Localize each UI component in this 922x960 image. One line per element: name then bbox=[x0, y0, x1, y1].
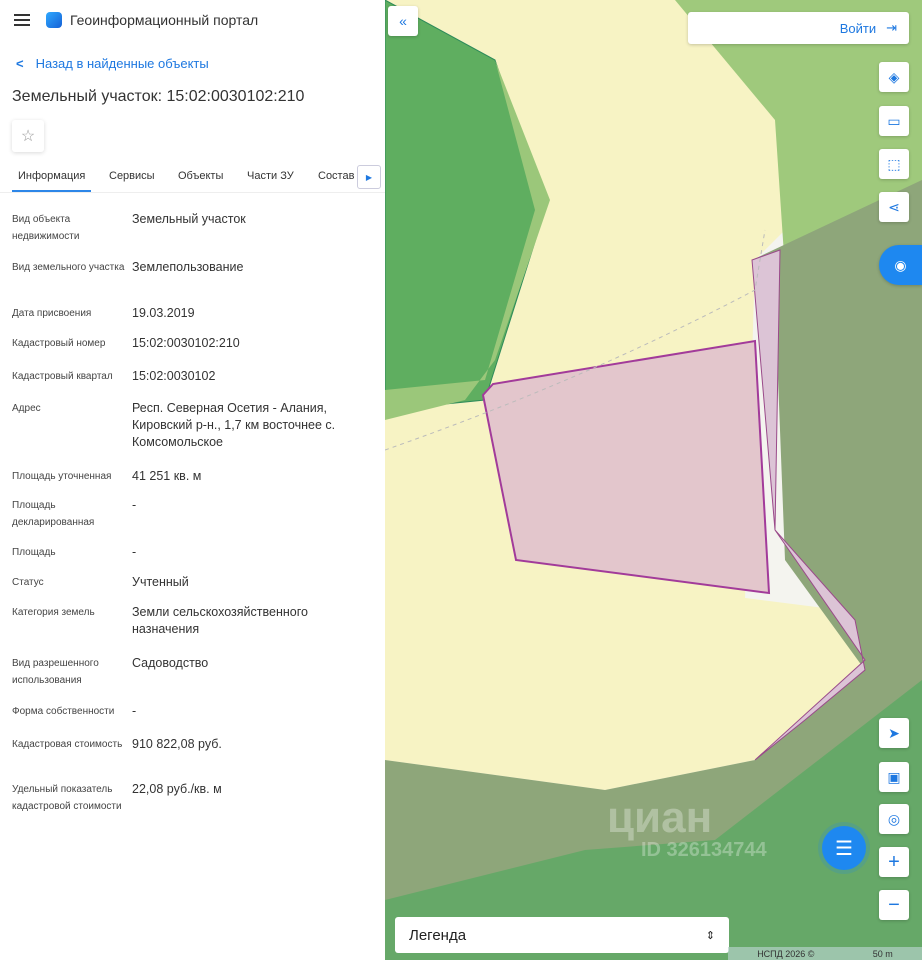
field-label: Площадь bbox=[12, 547, 56, 558]
ruler-icon[interactable]: ▭ bbox=[879, 106, 909, 136]
header: Геоинформационный портал bbox=[14, 12, 258, 28]
field-value: Земли сельскохозяйственного назначения bbox=[132, 605, 308, 636]
field-row: Форма собственности - bbox=[12, 703, 372, 720]
field-row: Вид земельного участка Землепользование bbox=[12, 259, 372, 276]
field-row: Кадастровый квартал 15:02:0030102 bbox=[12, 368, 372, 385]
geo-search-icon[interactable]: ◎ bbox=[879, 804, 909, 834]
tabs: Информация Сервисы Объекты Части ЗУ Сост… bbox=[0, 165, 385, 193]
field-value: 19.03.2019 bbox=[132, 306, 195, 320]
back-link[interactable]: < Назад в найденные объекты bbox=[16, 56, 209, 71]
share-icon[interactable]: ⋖ bbox=[879, 192, 909, 222]
field-row: Вид объекта недвижимости Земельный участо… bbox=[12, 211, 372, 245]
field-label: Категория земель bbox=[12, 607, 95, 618]
favorite-star-icon[interactable]: ☆ bbox=[12, 120, 44, 152]
field-label: Вид разрешенного использования bbox=[12, 658, 99, 686]
tab-info[interactable]: Информация bbox=[12, 170, 92, 192]
select-area-icon[interactable]: ⬚ bbox=[879, 149, 909, 179]
field-label: Адрес bbox=[12, 403, 41, 414]
field-row: Площадь декларированная - bbox=[12, 497, 372, 531]
login-icon: ⇥ bbox=[886, 20, 897, 35]
field-row: Кадастровый номер 15:02:0030102:210 bbox=[12, 335, 372, 352]
tab-objects[interactable]: Объекты bbox=[178, 170, 223, 182]
minimap-icon[interactable]: ▣ bbox=[879, 762, 909, 792]
scale-bar: НСПД 2026 © 50 m bbox=[728, 947, 922, 960]
field-label: Площадь уточненная bbox=[12, 471, 112, 482]
app-title: Геоинформационный портал bbox=[70, 12, 259, 28]
tab-composition[interactable]: Состав bbox=[318, 170, 354, 182]
chevron-updown-icon: ⇕ bbox=[705, 929, 715, 942]
page-title: Земельный участок: 15:02:0030102:210 bbox=[12, 88, 305, 105]
field-label: Статус bbox=[12, 577, 44, 588]
zoom-out-button[interactable]: − bbox=[879, 890, 909, 920]
field-label: Вид земельного участка bbox=[12, 262, 125, 273]
field-label: Удельный показатель кадастровой стоимост… bbox=[12, 784, 122, 812]
tabs-next-button[interactable]: ▶ bbox=[357, 165, 381, 189]
locate-icon[interactable]: ➤ bbox=[879, 718, 909, 748]
field-value: 910 822,08 руб. bbox=[132, 737, 222, 751]
field-label: Кадастровый номер bbox=[12, 338, 106, 349]
field-value: - bbox=[132, 545, 137, 559]
field-row: Категория земель Земли сельскохозяйственн… bbox=[12, 604, 372, 638]
login-button[interactable]: Войти ⇥ bbox=[688, 12, 909, 44]
layers-icon[interactable]: ◈ bbox=[879, 62, 909, 92]
field-value: Учтенный bbox=[132, 575, 189, 589]
field-label: Кадастровая стоимость bbox=[12, 739, 123, 750]
logo-icon bbox=[46, 12, 62, 28]
tab-services[interactable]: Сервисы bbox=[109, 170, 155, 182]
assistant-icon[interactable]: ◉ bbox=[879, 245, 922, 285]
field-row: Площадь уточненная 41 251 кв. м bbox=[12, 468, 372, 485]
field-value: - bbox=[132, 704, 137, 718]
field-label: Кадастровый квартал bbox=[12, 371, 113, 382]
field-label: Форма собственности bbox=[12, 706, 115, 717]
field-label: Вид объекта недвижимости bbox=[12, 214, 80, 242]
collapse-panel-button[interactable]: « bbox=[388, 6, 418, 36]
zoom-in-button[interactable]: + bbox=[879, 847, 909, 877]
legend-select[interactable]: Легенда ⇕ bbox=[395, 917, 729, 953]
field-value: 15:02:0030102:210 bbox=[132, 336, 240, 350]
field-row: Адрес Респ. Северная Осетия - Алания, Кир… bbox=[12, 400, 372, 451]
field-row: Кадастровая стоимость 910 822,08 руб. bbox=[12, 736, 372, 753]
field-value: Респ. Северная Осетия - Алания, Кировски… bbox=[132, 401, 336, 449]
field-row: Статус Учтенный bbox=[12, 574, 372, 591]
menu-icon[interactable] bbox=[14, 14, 30, 26]
chevron-left-icon: < bbox=[16, 56, 24, 71]
field-row: Дата присвоения 19.03.2019 bbox=[12, 305, 372, 322]
field-label: Дата присвоения bbox=[12, 308, 92, 319]
parcel-polygon bbox=[481, 339, 771, 595]
field-row: Вид разрешенного использования Садоводств… bbox=[12, 655, 372, 689]
watermark: циан ID 326134744 bbox=[607, 793, 767, 862]
chat-icon[interactable]: ☰ bbox=[822, 826, 866, 870]
field-label: Площадь декларированная bbox=[12, 500, 95, 528]
field-value: Садоводство bbox=[132, 656, 209, 670]
field-value: Земельный участок bbox=[132, 212, 246, 226]
map[interactable]: циан ID 326134744 « Войти ⇥ ◈ ▭ ⬚ ⋖ ◉ ➤ ▣ … bbox=[385, 0, 922, 960]
info-panel: Геоинформационный портал < Назад в найден… bbox=[0, 0, 385, 960]
field-row: Удельный показатель кадастровой стоимост… bbox=[12, 781, 372, 815]
tab-parts[interactable]: Части ЗУ bbox=[247, 170, 294, 182]
field-value: 22,08 руб./кв. м bbox=[132, 782, 222, 796]
field-value: 15:02:0030102 bbox=[132, 369, 216, 383]
field-row: Площадь - bbox=[12, 544, 372, 561]
field-small bbox=[385, 405, 505, 558]
field-value: Землепользование bbox=[132, 260, 244, 274]
field-value: 41 251 кв. м bbox=[132, 469, 202, 483]
field-value: - bbox=[132, 498, 137, 512]
